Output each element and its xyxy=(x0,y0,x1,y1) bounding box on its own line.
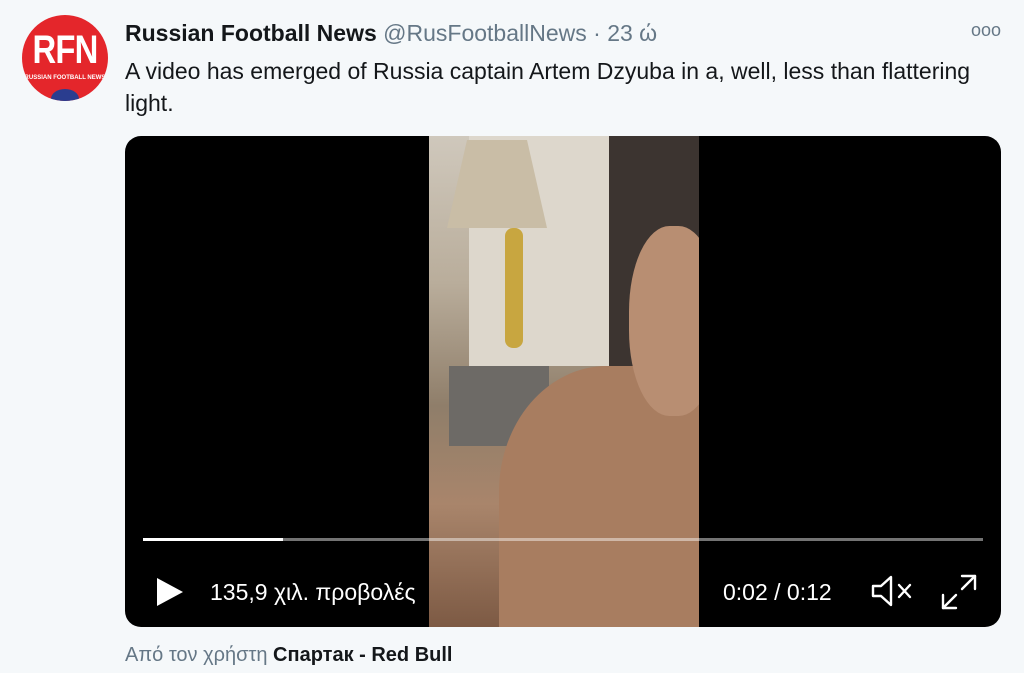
more-icon[interactable]: ooo xyxy=(968,20,1004,40)
video-frame-face xyxy=(629,226,699,416)
fullscreen-icon[interactable] xyxy=(940,573,978,611)
muted-speaker-icon[interactable] xyxy=(870,573,916,609)
video-frame xyxy=(429,136,699,627)
video-time: 0:02 / 0:12 xyxy=(723,579,832,605)
video-progress-bar[interactable] xyxy=(143,538,983,541)
author-handle[interactable]: @RusFootballNews xyxy=(383,20,587,46)
header-separator: · xyxy=(593,20,601,46)
view-count: 135,9 χιλ. προβολές xyxy=(210,579,416,605)
tweet: RFN RUSSIAN FOOTBALL NEWS Russian Footba… xyxy=(0,0,1024,673)
tweet-header: Russian Football News @RusFootballNews ·… xyxy=(125,19,657,47)
video-attribution: Από τον χρήστη Спартак - Red Bull xyxy=(125,642,452,668)
attribution-prefix: Από τον χρήστη xyxy=(125,644,268,666)
avatar-logo-text: RFN xyxy=(32,28,99,72)
timestamp[interactable]: 23 ώ xyxy=(607,20,657,46)
play-icon[interactable] xyxy=(155,576,185,608)
avatar-logo-subtext: RUSSIAN FOOTBALL NEWS xyxy=(24,75,106,81)
attribution-source[interactable]: Спартак - Red Bull xyxy=(273,644,452,666)
avatar-logo-ball xyxy=(51,89,79,101)
video-frame-lamp xyxy=(505,228,523,348)
author-name[interactable]: Russian Football News xyxy=(125,20,377,46)
video-player[interactable]: 135,9 χιλ. προβολές 0:02 / 0:12 xyxy=(125,136,1001,627)
video-progress-fill xyxy=(143,538,284,541)
avatar[interactable]: RFN RUSSIAN FOOTBALL NEWS xyxy=(22,15,108,101)
tweet-text: A video has emerged of Russia captain Ar… xyxy=(125,58,971,116)
